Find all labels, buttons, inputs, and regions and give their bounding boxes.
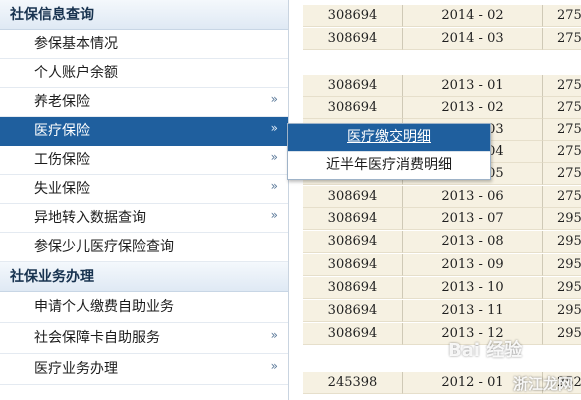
menu-item-label: 失业保险 (34, 181, 90, 197)
double-chevron-right-icon: » (270, 121, 278, 135)
table-row: 308694 2013 - 02 2751 (303, 97, 581, 119)
double-chevron-right-icon: » (270, 150, 278, 164)
cell-id: 308694 (303, 186, 403, 208)
menu-item-label: 申请个人缴费自助业务 (34, 299, 174, 315)
submenu-item-recent-medical-consumption[interactable]: 近半年医疗消费明细 (288, 151, 490, 178)
table-spacer (303, 51, 581, 75)
cell-period: 2013 - 07 (403, 208, 543, 230)
cell-amount: 2751 (543, 163, 581, 185)
medical-insurance-submenu: 医疗缴交明细 近半年医疗消费明细 (287, 123, 491, 180)
menu-item-child-medical-query[interactable]: 参保少儿医疗保险查询 (0, 233, 288, 262)
table-row: 308694 2013 - 09 2951 (303, 254, 581, 276)
cell-period: 2013 - 01 (403, 75, 543, 97)
section-header-social-insurance-query: 社保信息查询 (0, 0, 288, 30)
cell-id: 308694 (303, 254, 403, 276)
cell-period: 2013 - 09 (403, 254, 543, 276)
cell-period: 2014 - 03 (403, 28, 543, 50)
menu-item-medical-business[interactable]: 医疗业务办理 » (0, 354, 288, 385)
double-chevron-right-icon: » (270, 179, 278, 193)
cell-period: 2013 - 06 (403, 186, 543, 208)
menu-item-label: 异地转入数据查询 (34, 210, 146, 226)
cell-amount: 2951 (543, 254, 581, 276)
cell-amount: 2751 (543, 75, 581, 97)
table-row: 308694 2013 - 06 2751 (303, 186, 581, 208)
menu-item-pension-insurance[interactable]: 养老保险 » (0, 88, 288, 117)
cell-amount: 2751 (543, 97, 581, 119)
cell-amount: 2951 (543, 231, 581, 253)
cell-id: 308694 (303, 5, 403, 27)
double-chevron-right-icon: » (270, 359, 278, 373)
cell-amount: 2951 (543, 300, 581, 322)
cell-amount: 2751 (543, 141, 581, 163)
double-chevron-right-icon: » (270, 328, 278, 342)
menu-item-injury-insurance[interactable]: 工伤保险 » (0, 146, 288, 175)
table-row: 308694 2013 - 11 2951 (303, 300, 581, 322)
menu-item-label: 医疗业务办理 (34, 361, 118, 377)
cell-amount: 2751 (543, 119, 581, 141)
table-row: 308694 2013 - 01 2751 (303, 75, 581, 97)
menu-item-label: 工伤保险 (34, 152, 90, 168)
menu-item-medical-insurance[interactable]: 医疗保险 » (0, 117, 288, 146)
cell-id: 308694 (303, 28, 403, 50)
sidebar-menu: 社保信息查询 参保基本情况 个人账户余额 养老保险 » 医疗保险 » 工伤保险 … (0, 0, 289, 400)
site-watermark: 浙江龙网 (512, 375, 573, 393)
cell-period: 2014 - 02 (403, 5, 543, 27)
cell-id: 308694 (303, 323, 403, 345)
cell-id: 308694 (303, 97, 403, 119)
payment-records-table: 308694 2014 - 02 2751 308694 2014 - 03 2… (303, 0, 581, 400)
cell-id: 308694 (303, 300, 403, 322)
table-row: 308694 2014 - 03 2751 (303, 28, 581, 50)
cell-amount: 2751 (543, 186, 581, 208)
section-header-social-insurance-services: 社保业务办理 (0, 262, 288, 292)
cell-period: 2013 - 10 (403, 277, 543, 299)
menu-item-label: 医疗保险 (34, 123, 90, 139)
menu-item-unemployment-insurance[interactable]: 失业保险 » (0, 175, 288, 204)
cell-period: 2013 - 08 (403, 231, 543, 253)
menu-item-label: 社会保障卡自助服务 (34, 330, 160, 346)
cell-amount: 2751 (543, 5, 581, 27)
double-chevron-right-icon: » (270, 208, 278, 222)
table-row: 308694 2013 - 10 2951 (303, 277, 581, 299)
cell-period: 2013 - 02 (403, 97, 543, 119)
double-chevron-right-icon: » (270, 92, 278, 106)
menu-item-label: 参保基本情况 (34, 36, 118, 52)
cell-id: 308694 (303, 231, 403, 253)
table-row: 308694 2013 - 07 2951 (303, 208, 581, 230)
cell-amount: 2951 (543, 277, 581, 299)
cell-id: 308694 (303, 75, 403, 97)
menu-item-remote-transfer-query[interactable]: 异地转入数据查询 » (0, 204, 288, 233)
cell-id: 308694 (303, 277, 403, 299)
table-row: 308694 2013 - 12 2951 (303, 323, 581, 345)
table-spacer (303, 346, 581, 370)
table-row: 308694 2014 - 02 2751 (303, 5, 581, 27)
cell-period: 2013 - 11 (403, 300, 543, 322)
cell-amount: 2751 (543, 28, 581, 50)
menu-item-label: 个人账户余额 (34, 65, 118, 81)
menu-item-label: 养老保险 (34, 94, 90, 110)
menu-item-basic-info[interactable]: 参保基本情况 (0, 30, 288, 59)
baidu-watermark-logo: Bai 经验 (448, 340, 523, 361)
menu-item-self-service-payment[interactable]: 申请个人缴费自助业务 (0, 292, 288, 323)
cell-id: 308694 (303, 208, 403, 230)
submenu-item-medical-payment-details[interactable]: 医疗缴交明细 (288, 124, 490, 151)
cell-amount: 2951 (543, 323, 581, 345)
table-row: 308694 2013 - 08 2951 (303, 231, 581, 253)
menu-item-label: 参保少儿医疗保险查询 (34, 239, 174, 255)
cell-id: 245398 (303, 372, 403, 394)
menu-item-social-security-card[interactable]: 社会保障卡自助服务 » (0, 323, 288, 354)
cell-amount: 2951 (543, 208, 581, 230)
menu-item-account-balance[interactable]: 个人账户余额 (0, 59, 288, 88)
